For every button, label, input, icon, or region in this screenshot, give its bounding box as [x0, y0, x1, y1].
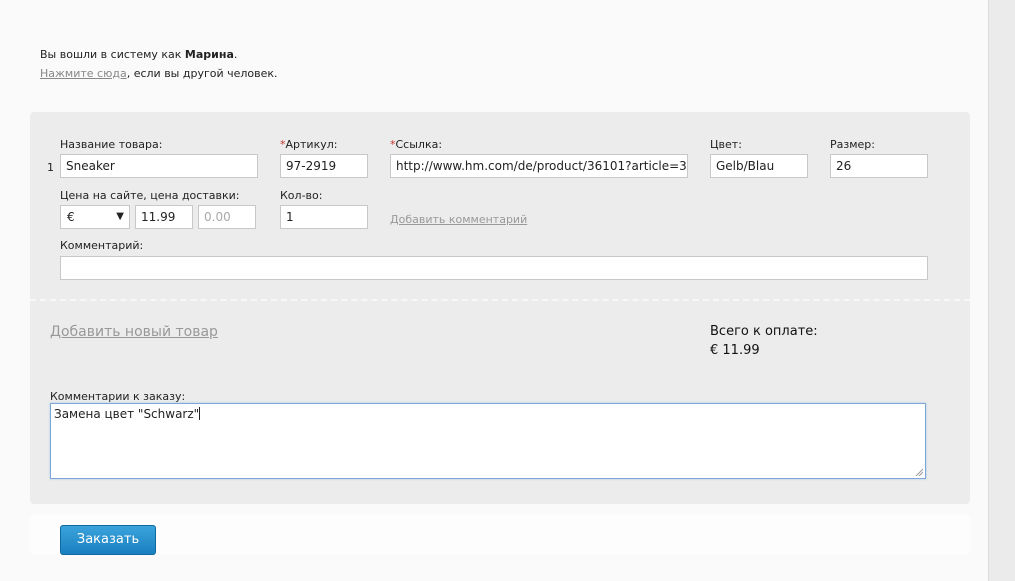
article-label: *Артикул: — [280, 138, 338, 151]
color-input[interactable]: Gelb/Blau — [710, 154, 808, 178]
order-comment-text: Замена цвет "Schwarz" — [54, 407, 200, 421]
color-label: Цвет: — [710, 138, 742, 151]
product-name-input[interactable]: Sneaker — [60, 154, 258, 178]
add-comment-link[interactable]: Добавить комментарий — [390, 213, 527, 226]
total-label: Всего к оплате: — [710, 324, 818, 339]
login-status: Вы вошли в систему как Марина. — [40, 48, 237, 61]
size-input[interactable]: 26 — [830, 154, 928, 178]
size-label: Размер: — [830, 138, 875, 151]
switch-user-suffix: , если вы другой человек. — [126, 67, 278, 80]
link-input[interactable]: http://www.hm.com/de/product/36101?artic… — [390, 154, 688, 178]
currency-select[interactable]: € ▼ — [60, 205, 130, 229]
add-product-link[interactable]: Добавить новый товар — [50, 324, 218, 340]
section-divider — [30, 299, 970, 301]
product-name-label: Название товара: — [60, 138, 163, 151]
item-comment-label: Комментарий: — [60, 239, 144, 252]
order-comment-label: Комментарии к заказу: — [50, 390, 186, 403]
price-label: Цена на сайте, цена доставки: — [60, 189, 240, 202]
switch-user-link[interactable]: Нажмите сюда — [40, 67, 127, 80]
resize-grip-icon[interactable] — [915, 468, 923, 476]
quantity-input[interactable]: 1 — [280, 205, 368, 229]
login-prefix: Вы вошли в систему как — [40, 48, 185, 61]
text-caret — [199, 407, 201, 420]
link-label: *Ссылка: — [390, 138, 443, 151]
submit-bar: Заказать — [30, 514, 970, 555]
dropdown-arrow-icon: ▼ — [116, 211, 124, 222]
order-submit-button[interactable]: Заказать — [60, 525, 156, 555]
login-suffix: . — [233, 48, 238, 61]
quantity-label: Кол-во: — [280, 189, 323, 202]
currency-value: € — [67, 210, 75, 224]
item-row-number: 1 — [47, 161, 54, 174]
order-form: 1 Название товара: Sneaker *Артикул: 97-… — [30, 112, 970, 504]
item-comment-input[interactable] — [60, 256, 928, 280]
article-input[interactable]: 97-2919 — [280, 154, 368, 178]
order-comment-textarea[interactable]: Замена цвет "Schwarz" — [50, 403, 926, 479]
delivery-price-input[interactable]: 0.00 — [198, 205, 256, 229]
switch-user-line: Нажмите сюда, если вы другой человек. — [40, 67, 278, 80]
page: Вы вошли в систему как Марина. Нажмите с… — [0, 0, 989, 581]
price-input[interactable]: 11.99 — [135, 205, 193, 229]
total-value: € 11.99 — [710, 343, 760, 358]
login-user: Марина — [184, 48, 234, 61]
